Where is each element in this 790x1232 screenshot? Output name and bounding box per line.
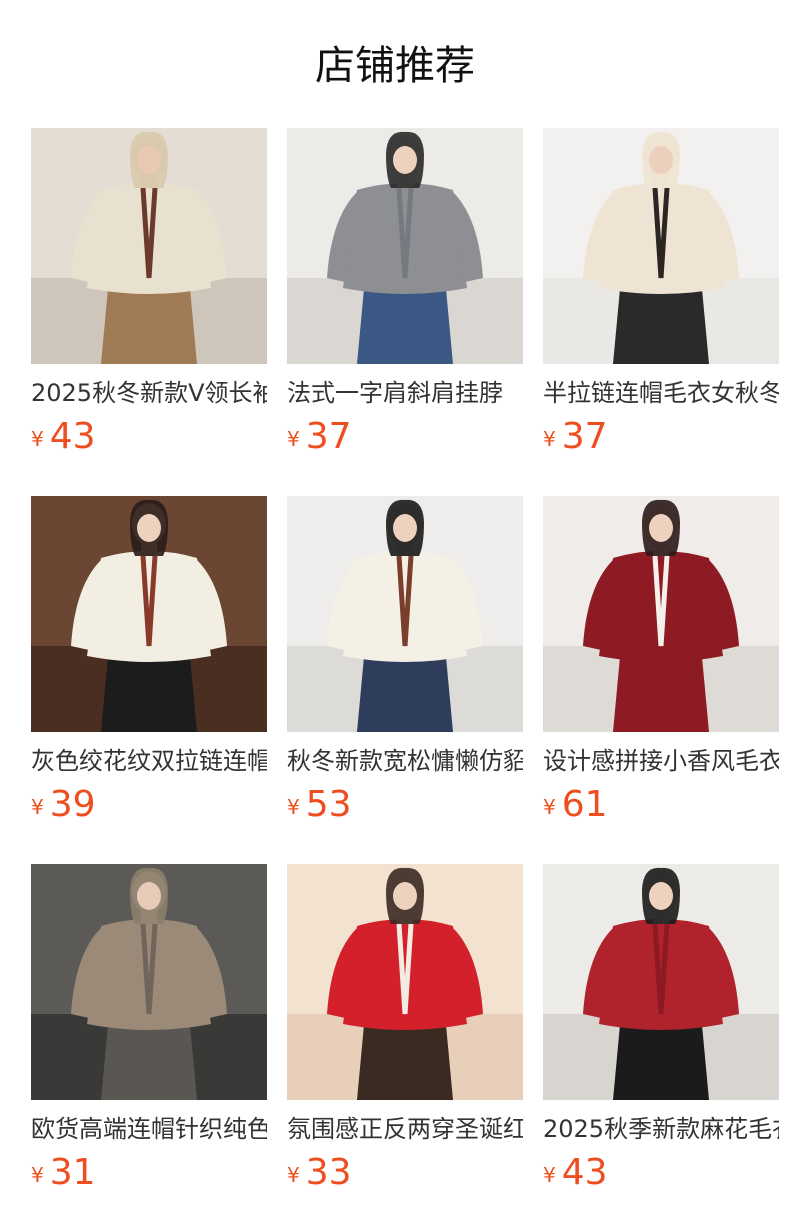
price-value: 31 bbox=[49, 1152, 96, 1193]
product-card-4[interactable]: 灰色绞花纹双拉链连帽 ¥39 bbox=[31, 496, 267, 864]
product-price: ¥39 bbox=[31, 782, 96, 828]
product-name[interactable]: 半拉链连帽毛衣女秋冬 bbox=[543, 376, 779, 410]
product-image[interactable] bbox=[543, 496, 779, 732]
price-value: 43 bbox=[561, 1152, 608, 1193]
product-photo-icon bbox=[31, 496, 267, 732]
currency-symbol: ¥ bbox=[31, 795, 44, 819]
product-card-2[interactable]: 法式一字肩斜肩挂脖 ¥37 bbox=[287, 128, 523, 496]
price-value: 37 bbox=[305, 416, 352, 457]
price-value: 37 bbox=[561, 416, 608, 457]
product-name[interactable]: 2025秋冬新款V领长袖 bbox=[31, 376, 267, 410]
product-photo-icon bbox=[543, 128, 779, 364]
product-price: ¥43 bbox=[543, 1150, 608, 1196]
product-card-8[interactable]: 氛围感正反两穿圣诞红 ¥33 bbox=[287, 864, 523, 1232]
section-title: 店铺推荐 bbox=[315, 43, 475, 89]
product-image[interactable] bbox=[287, 864, 523, 1100]
currency-symbol: ¥ bbox=[31, 427, 44, 451]
product-price: ¥31 bbox=[31, 1150, 96, 1196]
product-image[interactable] bbox=[287, 128, 523, 364]
product-name[interactable]: 法式一字肩斜肩挂脖 bbox=[287, 376, 523, 410]
product-image[interactable] bbox=[31, 496, 267, 732]
product-photo-icon bbox=[287, 496, 523, 732]
product-image[interactable] bbox=[287, 496, 523, 732]
price-value: 33 bbox=[305, 1152, 352, 1193]
product-name[interactable]: 2025秋季新款麻花毛衣 bbox=[543, 1112, 779, 1146]
price-value: 61 bbox=[561, 784, 608, 825]
currency-symbol: ¥ bbox=[543, 427, 556, 451]
product-photo-icon bbox=[287, 128, 523, 364]
product-image[interactable] bbox=[31, 864, 267, 1100]
currency-symbol: ¥ bbox=[543, 795, 556, 819]
product-price: ¥37 bbox=[543, 414, 608, 460]
product-grid: 2025秋冬新款V领长袖 ¥43 法式一字肩斜肩挂脖 ¥37 半拉链连帽毛衣女秋… bbox=[31, 128, 779, 1232]
product-image[interactable] bbox=[31, 128, 267, 364]
product-name[interactable]: 秋冬新款宽松慵懒仿貂 bbox=[287, 744, 523, 778]
currency-symbol: ¥ bbox=[287, 1163, 300, 1187]
product-card-3[interactable]: 半拉链连帽毛衣女秋冬 ¥37 bbox=[543, 128, 779, 496]
product-card-7[interactable]: 欧货高端连帽针织纯色 ¥31 bbox=[31, 864, 267, 1232]
product-name[interactable]: 设计感拼接小香风毛衣 bbox=[543, 744, 779, 778]
product-name[interactable]: 欧货高端连帽针织纯色 bbox=[31, 1112, 267, 1146]
product-card-6[interactable]: 设计感拼接小香风毛衣 ¥61 bbox=[543, 496, 779, 864]
currency-symbol: ¥ bbox=[31, 1163, 44, 1187]
price-value: 43 bbox=[49, 416, 96, 457]
product-name[interactable]: 氛围感正反两穿圣诞红 bbox=[287, 1112, 523, 1146]
currency-symbol: ¥ bbox=[543, 1163, 556, 1187]
product-photo-icon bbox=[31, 128, 267, 364]
product-card-5[interactable]: 秋冬新款宽松慵懒仿貂 ¥53 bbox=[287, 496, 523, 864]
price-value: 39 bbox=[49, 784, 96, 825]
product-image[interactable] bbox=[543, 128, 779, 364]
product-card-1[interactable]: 2025秋冬新款V领长袖 ¥43 bbox=[31, 128, 267, 496]
product-photo-icon bbox=[543, 496, 779, 732]
price-value: 53 bbox=[305, 784, 352, 825]
product-photo-icon bbox=[543, 864, 779, 1100]
product-price: ¥37 bbox=[287, 414, 352, 460]
currency-symbol: ¥ bbox=[287, 427, 300, 451]
product-price: ¥61 bbox=[543, 782, 608, 828]
product-price: ¥53 bbox=[287, 782, 352, 828]
product-price: ¥43 bbox=[31, 414, 96, 460]
product-photo-icon bbox=[287, 864, 523, 1100]
product-card-9[interactable]: 2025秋季新款麻花毛衣 ¥43 bbox=[543, 864, 779, 1232]
product-image[interactable] bbox=[543, 864, 779, 1100]
product-photo-icon bbox=[31, 864, 267, 1100]
currency-symbol: ¥ bbox=[287, 795, 300, 819]
product-price: ¥33 bbox=[287, 1150, 352, 1196]
product-name[interactable]: 灰色绞花纹双拉链连帽 bbox=[31, 744, 267, 778]
